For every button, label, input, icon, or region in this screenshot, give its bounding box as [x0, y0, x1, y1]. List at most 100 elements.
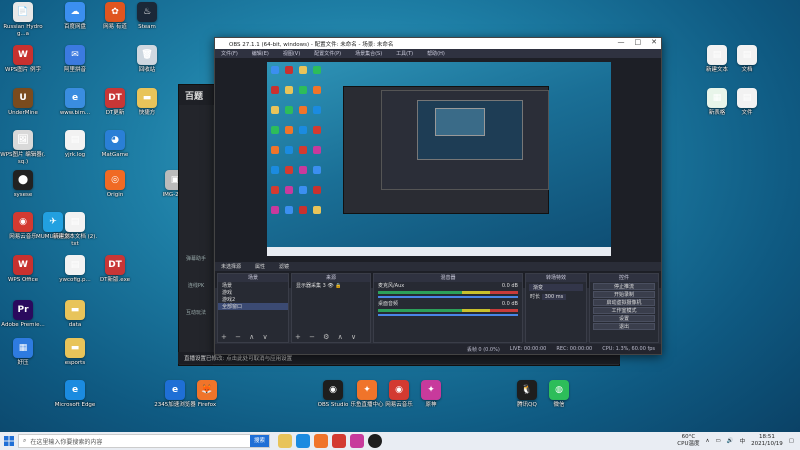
source-toolbar: 未选择源 属性 滤镜 — [215, 262, 661, 271]
desktop-icon[interactable]: ▦ 好压 — [0, 338, 46, 367]
scene-item[interactable]: 游戏 — [218, 289, 288, 296]
desktop-icon[interactable]: ✦ 原神 — [408, 380, 454, 409]
lock-icon[interactable]: 🔒 — [335, 283, 341, 289]
source-toolbar-bottom[interactable]: + − ⚙ ∧ ∨ — [295, 333, 359, 341]
preview-canvas[interactable] — [267, 62, 611, 256]
desktop-icon[interactable]: ✉ 阿里拼音 — [52, 45, 98, 74]
desktop-icon[interactable]: e Microsoft Edge — [52, 380, 98, 409]
desktop-icon[interactable]: 🗑 回收站 — [124, 45, 170, 74]
desktop-icon[interactable]: ▬ esports — [52, 338, 98, 367]
desktop-icon[interactable]: ▬ data — [52, 300, 98, 329]
clock[interactable]: 18:51 2021/10/19 — [751, 434, 783, 447]
transition-select[interactable]: 渐变 — [529, 284, 583, 291]
desktop-icon[interactable]: ⬤ sysese — [0, 170, 46, 199]
app-icon: ☁ — [65, 2, 85, 22]
desktop-icon[interactable]: ♨ Steam — [124, 2, 170, 31]
desktop-icon[interactable]: Pr Adobe Premie... — [0, 300, 46, 329]
desktop-icon[interactable]: 📄 Russian Hydrog...a — [0, 2, 46, 37]
weather-widget[interactable]: 60°C CPU温度 — [677, 434, 699, 447]
preview-desktop-icon — [299, 66, 307, 74]
menu-view[interactable]: 视图(V) — [283, 50, 300, 57]
sources-header: 来源 — [292, 274, 370, 282]
tray-arrow-icon[interactable]: ∧ — [705, 438, 709, 444]
track-desktop-label: 桌面音频 — [378, 301, 399, 307]
app-icon: W — [13, 45, 33, 65]
side-item-pk[interactable]: 连线PK — [179, 282, 213, 289]
app-icon: ▦ — [13, 338, 33, 358]
desktop-icon[interactable]: ▤ 文件 — [724, 88, 770, 117]
preview-desktop-icon — [285, 206, 293, 214]
menu-help[interactable]: 帮助(H) — [427, 50, 445, 57]
mic-volume-slider[interactable] — [378, 296, 518, 298]
obs-window: OBS 27.1.1 (64-bit, windows) - 配置文件: 未命名… — [214, 37, 662, 355]
filters-button[interactable]: 滤镜 — [279, 263, 289, 270]
edge-icon[interactable] — [296, 434, 310, 448]
desktop-icon[interactable]: ▤ 文档 — [724, 45, 770, 74]
side-item-interact[interactable]: 互动玩法 — [179, 309, 213, 316]
menu-profile[interactable]: 配置文件(P) — [314, 50, 341, 57]
menu-scene-collection[interactable]: 场景集合(S) — [355, 50, 382, 57]
firefox-icon[interactable] — [314, 434, 328, 448]
file-explorer-icon[interactable] — [278, 434, 292, 448]
app-icon: DT — [105, 88, 125, 108]
taskbar-search[interactable]: ⌕ 在这里输入你要搜索的内容 搜索 — [18, 434, 270, 448]
desktop-icon[interactable]: ▬ 快捷方 — [124, 88, 170, 117]
app-icon: ▤ — [737, 45, 757, 65]
source-item[interactable]: 显示器采集 3 👁 🔒 — [292, 282, 370, 289]
preview-desktop-icon — [285, 66, 293, 74]
stop-streaming-button[interactable]: 停止推流 — [593, 283, 655, 290]
start-recording-button[interactable]: 开始录制 — [593, 291, 655, 298]
notification-icon[interactable]: ▢ — [789, 438, 794, 444]
desktop-icon[interactable]: W WPS Office — [0, 255, 46, 284]
obs-taskbar-icon[interactable] — [368, 434, 382, 448]
preview-desktop-icon — [299, 126, 307, 134]
desktop-icon-label: ywcofig.p... — [59, 277, 91, 283]
desktop-icon[interactable]: ▤ 新建文本文档 (2).txt — [52, 212, 98, 247]
game-icon[interactable] — [350, 434, 364, 448]
netease-music-icon[interactable] — [332, 434, 346, 448]
minimize-icon[interactable]: — — [618, 38, 625, 46]
desktop-icon[interactable]: W WPS图片 例字 — [0, 45, 46, 74]
preview-desktop-icon — [271, 86, 279, 94]
ime-indicator[interactable]: 中 — [740, 437, 746, 445]
desktop-icon[interactable]: ◎ Origin — [92, 170, 138, 199]
preview-desktop-icon — [285, 186, 293, 194]
desktop-icon[interactable]: U UnderMine — [0, 88, 46, 117]
scene-item[interactable]: 场景 — [218, 282, 288, 289]
close-icon[interactable]: ✕ — [651, 38, 657, 46]
app-icon: ▤ — [65, 212, 85, 232]
no-source-label: 未选择源 — [221, 264, 242, 270]
properties-button[interactable]: 属性 — [255, 263, 265, 270]
desktop-icon-label: 好压 — [17, 360, 29, 366]
scene-toolbar[interactable]: + − ∧ ∨ — [221, 333, 271, 341]
desktop-icon-label: yjrk.log — [64, 152, 86, 158]
menu-tools[interactable]: 工具(T) — [396, 50, 413, 57]
search-button[interactable]: 搜索 — [249, 435, 269, 447]
app-icon: ▬ — [65, 338, 85, 358]
side-item-danmaku[interactable]: 弹幕助手 — [179, 255, 213, 262]
desktop-icon-label: 新建文本文档 (2).txt — [52, 234, 98, 247]
scene-item[interactable]: 游戏2 — [218, 296, 288, 303]
eye-icon[interactable]: 👁 — [327, 283, 333, 289]
duration-input[interactable]: 300 ms — [541, 294, 567, 300]
settings-button[interactable]: 设置 — [593, 315, 655, 322]
system-tray: 60°C CPU温度 ∧ ▭ 🔊 中 18:51 2021/10/19 ▢ — [677, 434, 800, 447]
virtual-camera-button[interactable]: 启动虚拟摄像机 — [593, 299, 655, 306]
rec-time: REC: 00:00:00 — [556, 346, 593, 352]
maximize-icon[interactable]: □ — [635, 38, 642, 46]
desktop-icon[interactable]: 🖼 WPS图片 编辑器(.sq.) — [0, 130, 46, 165]
start-button[interactable] — [0, 432, 18, 450]
volume-icon[interactable]: 🔊 — [727, 438, 734, 444]
menu-file[interactable]: 文件(F) — [221, 50, 238, 57]
desktop-icon[interactable]: DT DT新版.exe — [92, 255, 138, 284]
desktop-volume-slider[interactable] — [378, 314, 518, 316]
network-icon[interactable]: ▭ — [716, 438, 721, 444]
menu-edit[interactable]: 编辑(E) — [252, 50, 269, 57]
exit-button[interactable]: 退出 — [593, 323, 655, 330]
desktop-icon[interactable]: 🦊 Firefox — [184, 380, 230, 409]
obs-menubar: 文件(F) 编辑(E) 视图(V) 配置文件(P) 场景集合(S) 工具(T) … — [215, 49, 661, 58]
desktop-icon[interactable]: ◍ 微信 — [536, 380, 582, 409]
scene-item-selected[interactable]: 全部窗口 — [218, 303, 288, 310]
studio-mode-button[interactable]: 工作室模式 — [593, 307, 655, 314]
desktop-icon[interactable]: ◕ MatGame — [92, 130, 138, 159]
